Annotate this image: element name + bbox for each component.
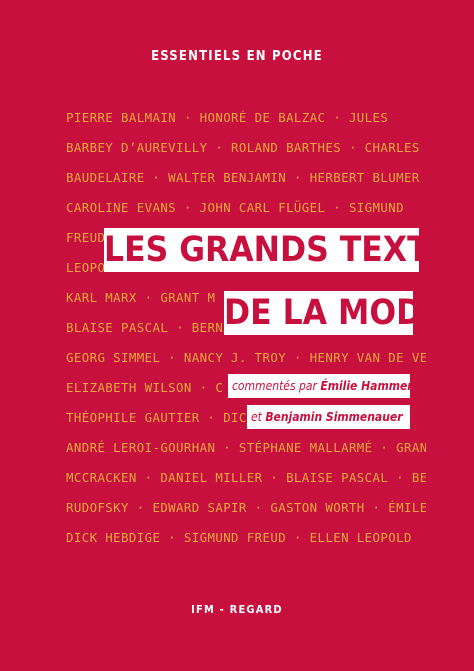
authors-line: ANDRÉ LEROI-GOURHAN · STÉPHANE MALLARMÉ … xyxy=(66,440,426,455)
credits-line-2: et Benjamin Simmenauer xyxy=(247,405,410,429)
authors-line: BAUDELAIRE · WALTER BENJAMIN · HERBERT B… xyxy=(66,170,420,185)
credits-prefix-2: et xyxy=(251,410,266,424)
publisher-label: IFM - REGARD xyxy=(191,603,283,616)
book-cover: ESSENTIELS EN POCHE PIERRE BALMAIN · HON… xyxy=(0,0,474,671)
series-label: ESSENTIELS EN POCHE xyxy=(151,49,323,64)
authors-line: PIERRE BALMAIN · HONORÉ DE BALZAC · JULE… xyxy=(66,110,389,125)
credits-prefix-1: commentés par xyxy=(232,379,321,393)
title-line-1: LES GRANDS TEXTES xyxy=(104,228,473,272)
authors-line: BARBEY D’AUREVILLY · ROLAND BARTHES · CH… xyxy=(66,140,420,155)
credits-name-2: Benjamin Simmenauer xyxy=(265,410,403,424)
authors-line: RUDOFSKY · EDWARD SAPIR · GASTON WORTH ·… xyxy=(66,500,426,515)
authors-line: MCCRACKEN · DANIEL MILLER · BLAISE PASCA… xyxy=(66,470,426,485)
authors-line: CAROLINE EVANS · JOHN CARL FLÜGEL · SIGM… xyxy=(66,200,404,215)
authors-line: DICK HEBDIGE · SIGMUND FREUD · ELLEN LEO… xyxy=(66,530,412,545)
credits-name-1: Émilie Hammen xyxy=(320,379,415,393)
credits-line-1: commentés par Émilie Hammen xyxy=(228,374,415,398)
title-line-2: DE LA MODE xyxy=(224,291,444,335)
